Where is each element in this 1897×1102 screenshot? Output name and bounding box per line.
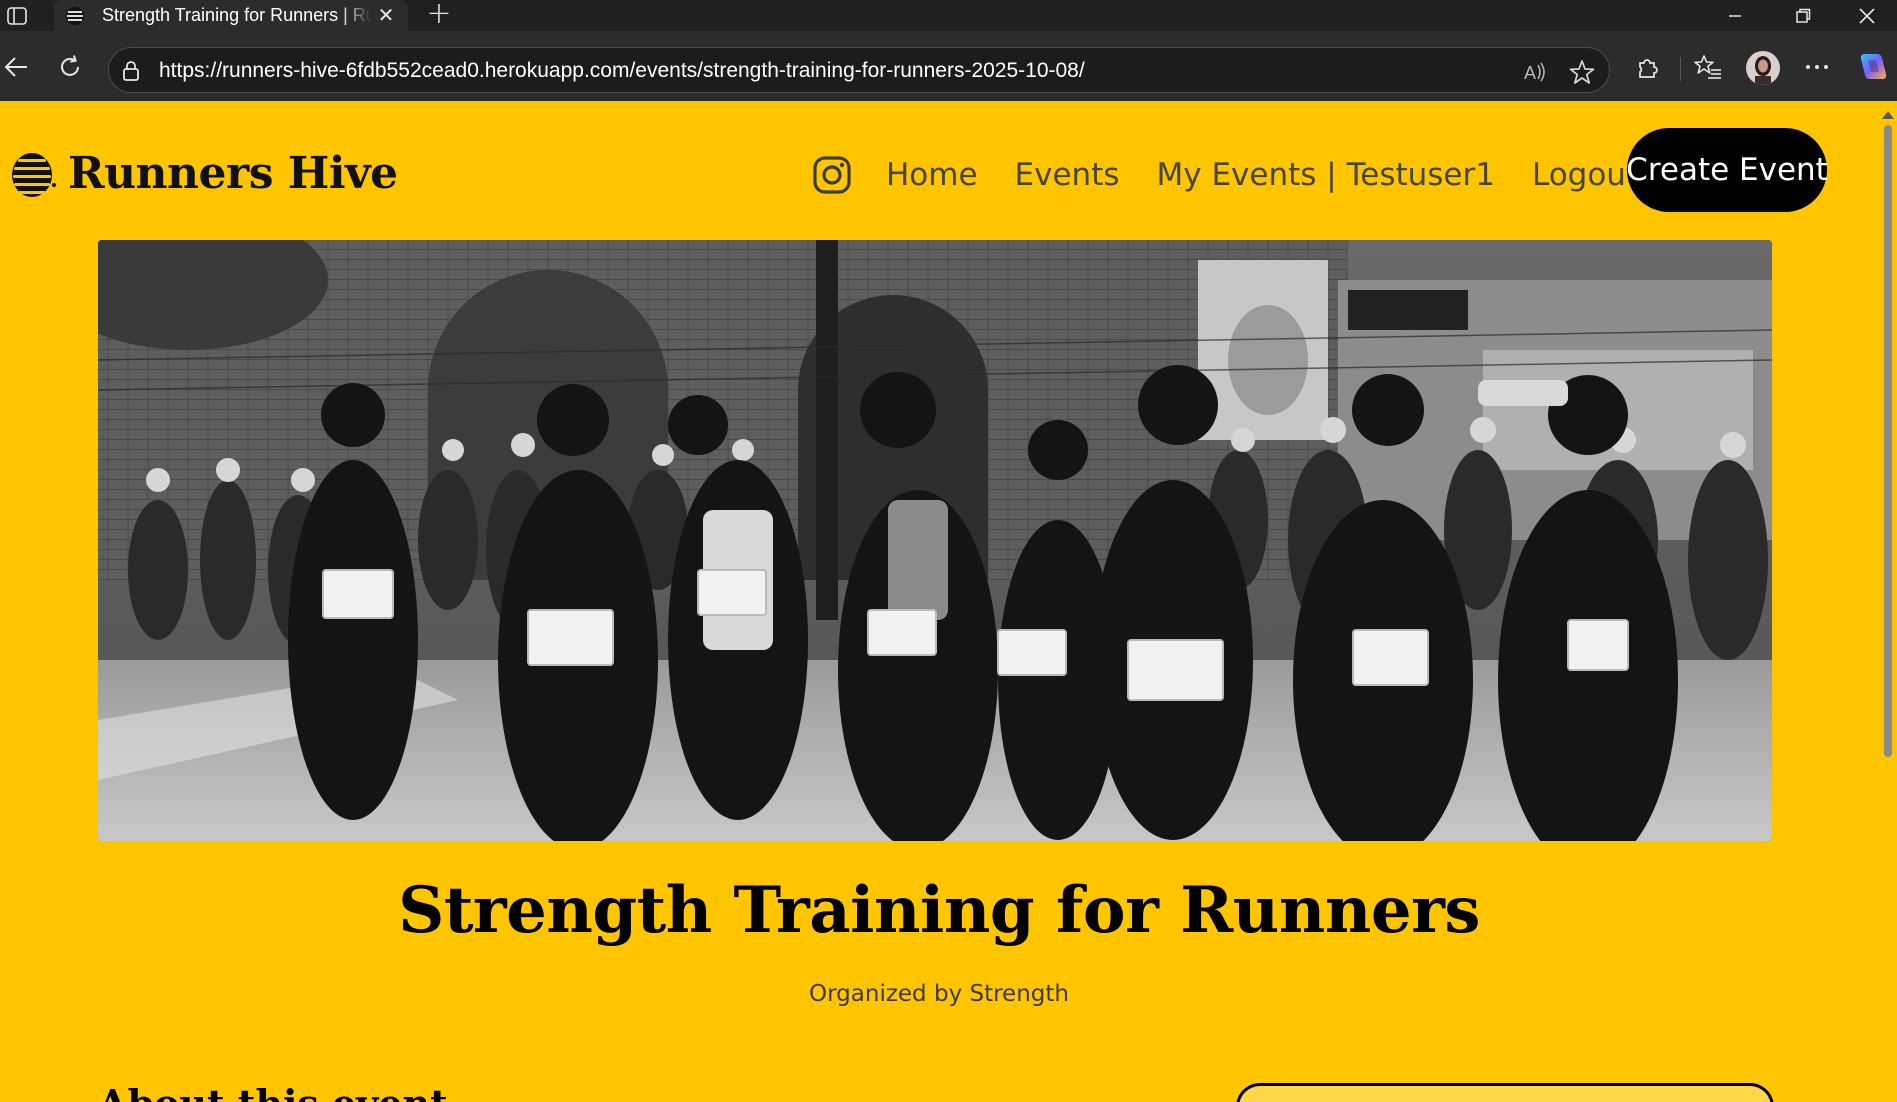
toolbar-divider: [1680, 57, 1681, 81]
page-viewport: Runners Hive Home Events My Events | Tes…: [0, 101, 1878, 1102]
page-scrollbar[interactable]: [1878, 101, 1897, 1102]
close-window-icon[interactable]: [1837, 0, 1897, 31]
back-arrow-icon[interactable]: [0, 49, 34, 85]
star-icon[interactable]: [1569, 59, 1595, 85]
main-nav: Home Events My Events | Testuser1 Logout: [812, 145, 1675, 205]
scroll-up-arrow-icon[interactable]: [1882, 111, 1894, 119]
avatar[interactable]: [1746, 51, 1780, 85]
restore-icon[interactable]: [1769, 0, 1837, 31]
minimize-icon[interactable]: [1701, 0, 1769, 31]
scroll-thumb[interactable]: [1884, 125, 1892, 757]
site-header: Runners Hive Home Events My Events | Tes…: [0, 101, 1878, 241]
nav-logout[interactable]: Logout: [1532, 157, 1638, 193]
event-hero-image: [98, 240, 1772, 841]
more-icon[interactable]: [1799, 49, 1835, 85]
url-text[interactable]: https://runners-hive-6fdb552cead0.heroku…: [159, 59, 1085, 83]
nav-home[interactable]: Home: [886, 157, 978, 193]
hive-favicon-icon: [64, 5, 86, 27]
tab-title: Strength Training for Runners | Runners …: [102, 5, 372, 25]
create-event-button[interactable]: Create Event: [1626, 128, 1828, 212]
extensions-icon[interactable]: [1630, 49, 1666, 85]
browser-toolbar: https://runners-hive-6fdb552cead0.heroku…: [0, 31, 1897, 101]
browser-tab[interactable]: Strength Training for Runners | Runners …: [54, 0, 408, 31]
refresh-icon[interactable]: [52, 49, 88, 85]
address-bar[interactable]: https://runners-hive-6fdb552cead0.heroku…: [108, 47, 1610, 93]
svg-text:A: A: [1524, 63, 1536, 83]
brand-name: Runners Hive: [68, 147, 398, 199]
nav-my-events[interactable]: My Events | Testuser1: [1157, 157, 1495, 193]
tab-actions-icon[interactable]: [4, 5, 30, 27]
event-details-card: [1236, 1083, 1774, 1102]
browser-tab-bar: Strength Training for Runners | Runners …: [0, 0, 1897, 31]
plus-icon[interactable]: +: [424, 0, 454, 29]
copilot-icon[interactable]: [1855, 49, 1891, 85]
instagram-icon[interactable]: [812, 155, 852, 195]
site-logo[interactable]: Runners Hive: [10, 147, 398, 199]
read-aloud-icon[interactable]: A: [1522, 59, 1548, 85]
lock-icon[interactable]: [119, 59, 143, 83]
event-organizer: Organized by Strength: [809, 981, 1069, 1007]
beehive-icon: [10, 147, 56, 199]
favorites-icon[interactable]: [1690, 49, 1726, 85]
event-title: Strength Training for Runners: [398, 873, 1480, 948]
close-icon[interactable]: ✕: [376, 5, 396, 25]
about-heading: About this event: [98, 1081, 448, 1102]
nav-events[interactable]: Events: [1015, 157, 1120, 193]
